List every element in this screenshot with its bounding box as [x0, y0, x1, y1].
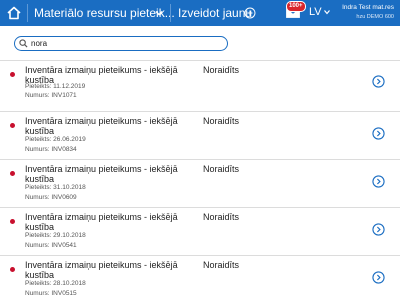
language-selector[interactable]: LV [309, 6, 322, 18]
item-number: Numurs: INV0834 [25, 146, 77, 153]
notification-badge: 100+ [286, 1, 306, 12]
item-status: Noraidīts [203, 116, 240, 126]
item-date: Pieteikts: 11.12.2019 [25, 83, 86, 90]
list-item[interactable]: Inventāra izmaiņu pieteikums - iekšējā k… [0, 207, 400, 255]
status-dot [10, 219, 15, 224]
chevron-right-icon[interactable] [372, 75, 385, 88]
chevron-right-icon[interactable] [372, 223, 385, 236]
user-database: hzu DEMO 600 [356, 14, 394, 20]
chevron-right-icon[interactable] [372, 175, 385, 188]
item-status: Noraidīts [203, 65, 240, 75]
item-title: Inventāra izmaiņu pieteikums - iekšējā k… [25, 164, 178, 184]
list-item[interactable]: Inventāra izmaiņu pieteikums - iekšējā k… [0, 60, 400, 111]
chevron-right-icon[interactable] [372, 271, 385, 284]
divider [27, 4, 28, 22]
item-title: Inventāra izmaiņu pieteikums - iekšējā k… [25, 212, 178, 232]
item-title: Inventāra izmaiņu pieteikums - iekšējā k… [25, 116, 178, 136]
item-date: Pieteikts: 26.06.2019 [25, 136, 86, 143]
search-box[interactable] [14, 36, 228, 51]
search-input[interactable] [31, 38, 221, 49]
item-date: Pieteikts: 29.10.2018 [25, 232, 86, 239]
top-bar: Materiālo resursu pieteik... Izveidot ja… [0, 0, 400, 26]
item-title: Inventāra izmaiņu pieteikums - iekšējā k… [25, 260, 178, 280]
item-status: Noraidīts [203, 212, 240, 222]
list-item[interactable]: Inventāra izmaiņu pieteikums - iekšējā k… [0, 255, 400, 303]
chevron-down-icon[interactable] [323, 8, 331, 16]
divider [170, 4, 171, 22]
item-status: Noraidīts [203, 164, 240, 174]
status-dot [10, 123, 15, 128]
item-number: Numurs: INV0515 [25, 290, 77, 297]
item-date: Pieteikts: 28.10.2018 [25, 280, 86, 287]
item-title: Inventāra izmaiņu pieteikums - iekšējā k… [25, 65, 178, 85]
item-date: Pieteikts: 31.10.2018 [25, 184, 86, 191]
status-dot [10, 171, 15, 176]
search-area [0, 26, 400, 60]
item-number: Numurs: INV1071 [25, 92, 77, 99]
home-icon[interactable] [6, 5, 22, 21]
request-list: Inventāra izmaiņu pieteikums - iekšējā k… [0, 60, 400, 303]
status-dot [10, 72, 15, 77]
chevron-down-icon[interactable] [153, 7, 165, 19]
list-item[interactable]: Inventāra izmaiņu pieteikums - iekšējā k… [0, 111, 400, 159]
create-new-button[interactable]: Izveidot jaunu [178, 6, 252, 20]
chevron-right-icon[interactable] [372, 127, 385, 140]
user-name[interactable]: Indra Test mat.res [342, 4, 394, 11]
list-item[interactable]: Inventāra izmaiņu pieteikums - iekšējā k… [0, 159, 400, 207]
item-number: Numurs: INV0541 [25, 242, 77, 249]
plus-circle-icon[interactable] [244, 7, 256, 19]
status-dot [10, 267, 15, 272]
search-icon [19, 39, 28, 48]
item-status: Noraidīts [203, 260, 240, 270]
item-number: Numurs: INV0609 [25, 194, 77, 201]
